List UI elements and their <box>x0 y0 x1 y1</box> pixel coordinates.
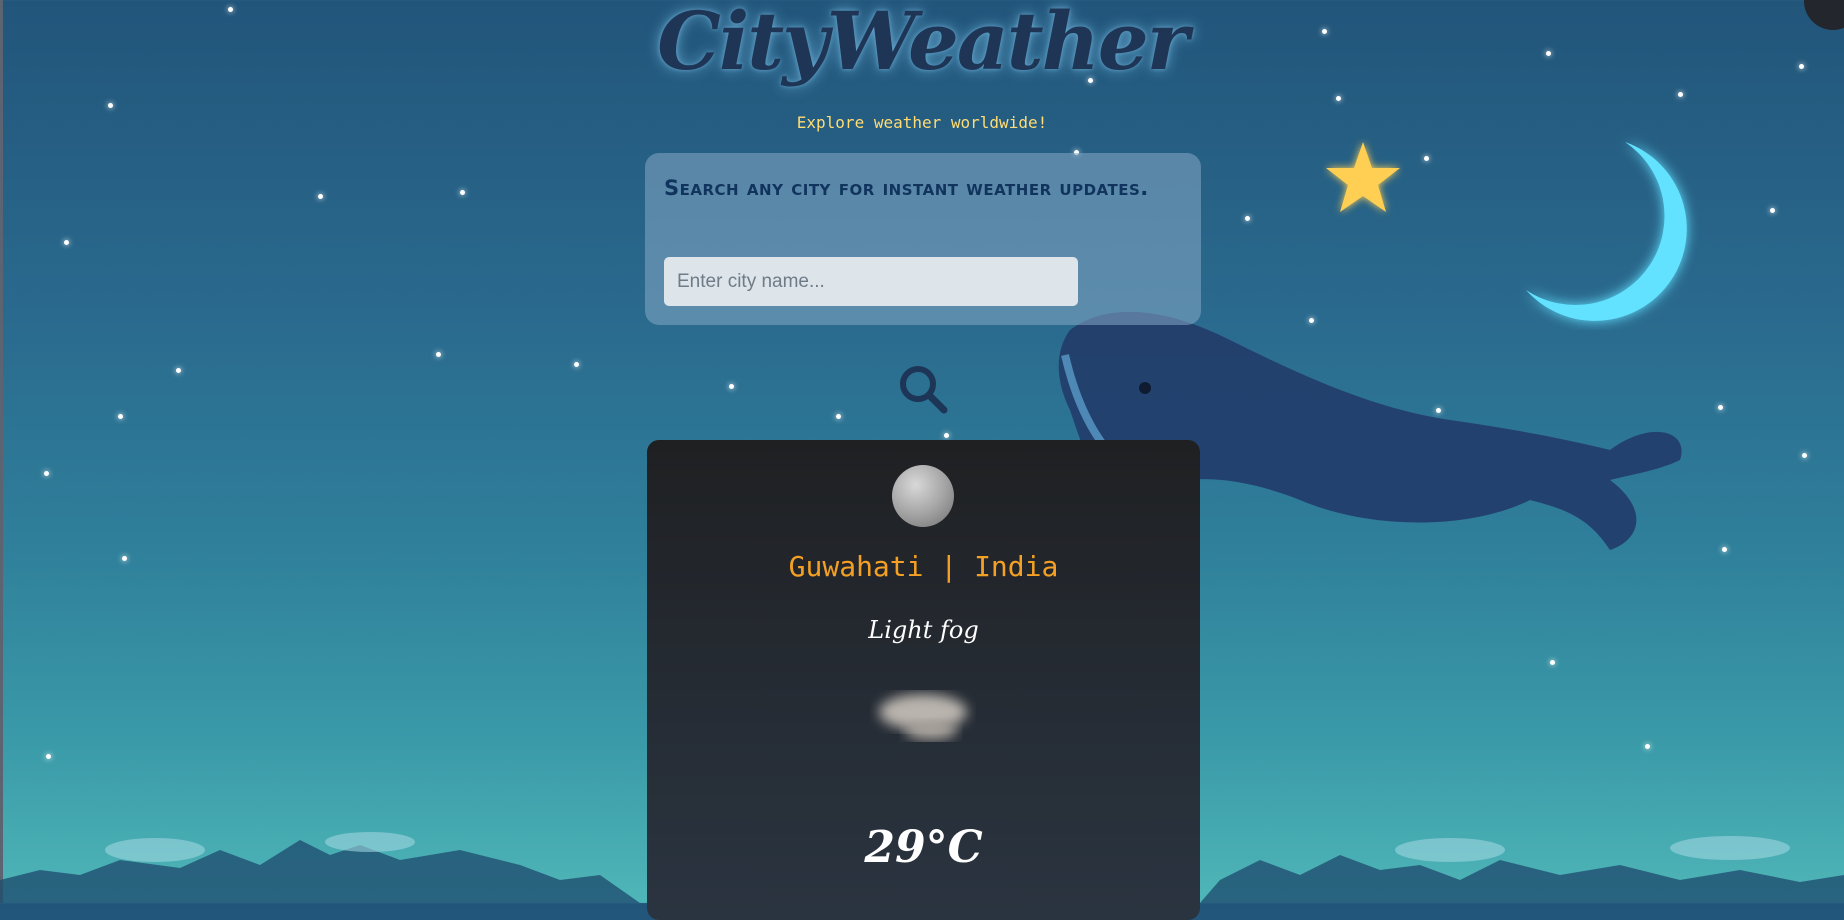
star-icon <box>1326 142 1400 212</box>
sky-star <box>1770 208 1775 213</box>
sky-star <box>574 362 579 367</box>
fog-icon <box>879 694 967 740</box>
search-heading: Search any city for instant weather upda… <box>664 176 1149 200</box>
sky-star <box>1718 405 1723 410</box>
sky-star <box>122 556 127 561</box>
sky-star <box>1678 92 1683 97</box>
sky-star <box>1550 660 1555 665</box>
sky-star <box>836 414 841 419</box>
sky-star <box>118 414 123 419</box>
temperature-label: 29°C <box>864 822 983 873</box>
sky-star <box>1424 156 1429 161</box>
moon-icon <box>892 465 954 527</box>
sky-star <box>1722 547 1727 552</box>
search-panel: Search any city for instant weather upda… <box>645 153 1201 325</box>
sky-star <box>1645 744 1650 749</box>
sky-star <box>1245 216 1250 221</box>
condition-label: Light fog <box>868 616 979 644</box>
city-search-input[interactable] <box>664 257 1078 306</box>
sky-star <box>460 190 465 195</box>
sky-star <box>44 471 49 476</box>
app-title: CityWeather <box>657 0 1189 88</box>
sky-star <box>318 194 323 199</box>
app-subtitle: Explore weather worldwide! <box>796 113 1048 132</box>
weather-card: Guwahati | India Light fog 29°C <box>647 440 1200 920</box>
sky-star <box>1802 453 1807 458</box>
location-label: Guwahati | India <box>788 550 1059 583</box>
sky-star <box>436 352 441 357</box>
search-icon[interactable] <box>896 362 952 418</box>
sky-star <box>944 433 949 438</box>
sky-star <box>729 384 734 389</box>
sky-star <box>176 368 181 373</box>
sky-star <box>1336 96 1341 101</box>
sky-star <box>64 240 69 245</box>
sky-star <box>46 754 51 759</box>
sky-star <box>108 103 113 108</box>
